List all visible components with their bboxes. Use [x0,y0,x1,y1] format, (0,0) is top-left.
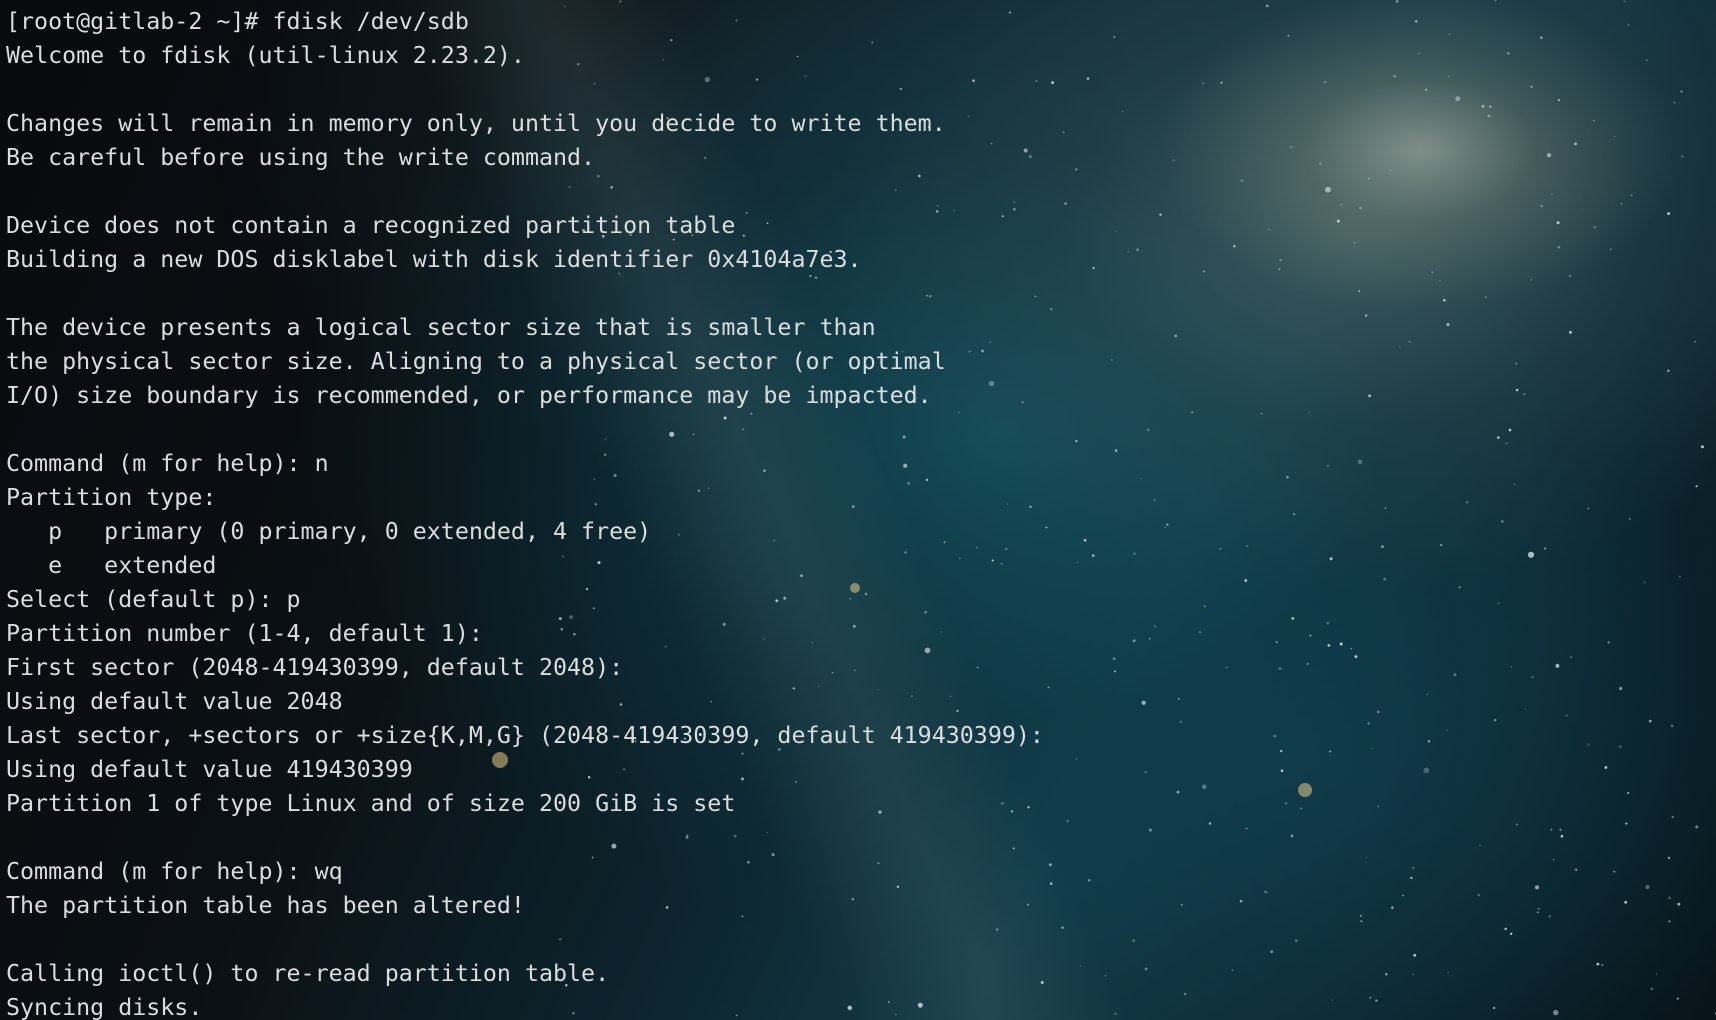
terminal-line: Calling ioctl() to re-read partition tab… [6,960,610,987]
terminal-line: Changes will remain in memory only, unti… [6,110,946,137]
terminal-line: p primary (0 primary, 0 extended, 4 free… [6,518,652,545]
terminal-line: e extended [6,552,217,579]
terminal-line: Command (m for help): n [6,450,329,477]
terminal-line: Partition 1 of type Linux and of size 20… [6,790,736,817]
terminal-line: Last sector, +sectors or +size{K,M,G} (2… [6,722,1044,749]
terminal-line: Command (m for help): wq [6,858,343,885]
terminal-line: the physical sector size. Aligning to a … [6,348,946,375]
terminal-line: The partition table has been altered! [6,892,525,919]
terminal-line: Syncing disks. [6,994,203,1020]
terminal-line: Using default value 419430399 [6,756,413,783]
terminal-line: Using default value 2048 [6,688,343,715]
terminal-output: [root@gitlab-2 ~]# fdisk /dev/sdb Welcome… [6,5,1044,1020]
terminal-line: First sector (2048-419430399, default 20… [6,654,624,681]
terminal-line: The device presents a logical sector siz… [6,314,876,341]
terminal-window[interactable]: [root@gitlab-2 ~]# fdisk /dev/sdb Welcome… [0,0,1716,1020]
terminal-line: Partition number (1-4, default 1): [6,620,483,647]
terminal-line: I/O) size boundary is recommended, or pe… [6,382,932,409]
terminal-line: [root@gitlab-2 ~]# fdisk /dev/sdb [6,8,469,35]
terminal-line: Device does not contain a recognized par… [6,212,736,239]
terminal-line: Be careful before using the write comman… [6,144,596,171]
terminal-line: Building a new DOS disklabel with disk i… [6,246,862,273]
terminal-line: Welcome to fdisk (util-linux 2.23.2). [6,42,525,69]
terminal-line: Partition type: [6,484,217,511]
terminal-line: Select (default p): p [6,586,301,613]
